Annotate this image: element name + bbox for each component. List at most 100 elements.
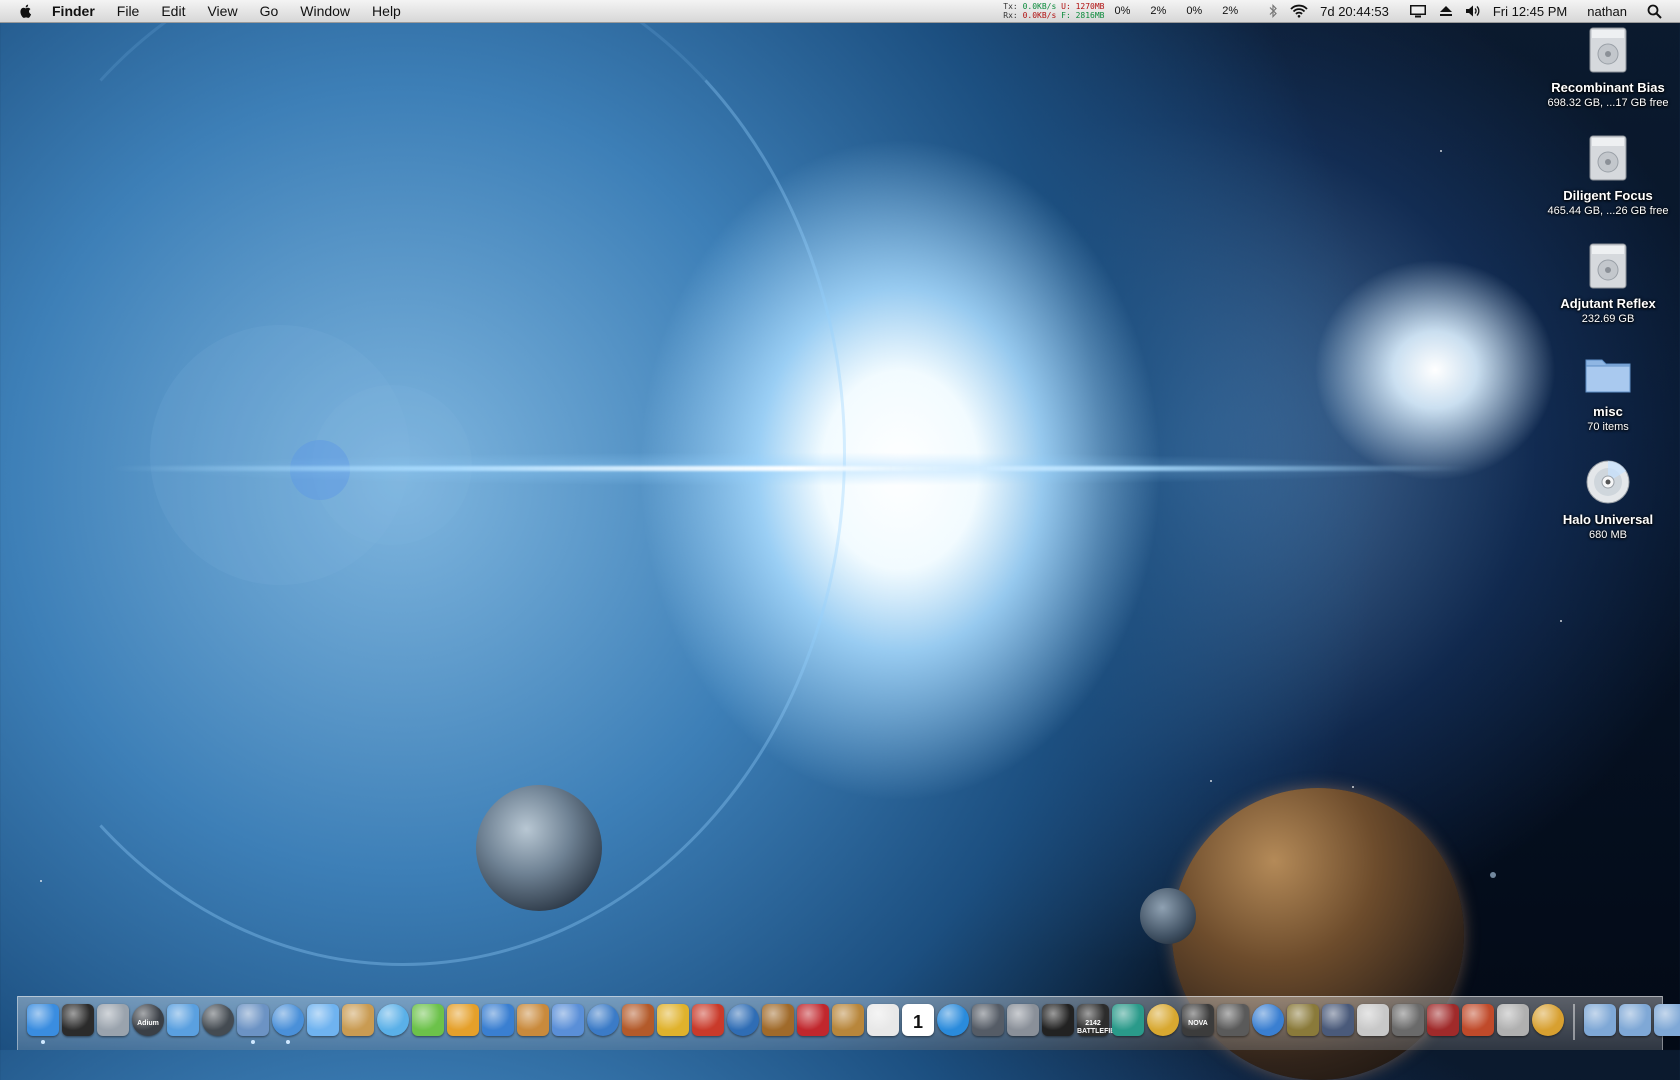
- dock-ichat-users-icon[interactable]: [167, 1004, 199, 1036]
- dock-starcraft-icon[interactable]: [1392, 1004, 1424, 1036]
- hard-drive-icon: [1584, 242, 1632, 290]
- dock-dreamweaver-icon[interactable]: [412, 1004, 444, 1036]
- desktop-icon-info: 698.32 GB, ...17 GB free: [1547, 97, 1669, 109]
- folder-icon: [1584, 350, 1632, 398]
- desktop-icon-recombinant-bias[interactable]: Recombinant Bias 698.32 GB, ...17 GB fre…: [1536, 26, 1680, 109]
- dock-iphoto-icon[interactable]: [517, 1004, 549, 1036]
- dock-adium-icon[interactable]: Adium: [132, 1004, 164, 1036]
- desktop-icon-name: Halo Universal: [1562, 512, 1654, 527]
- running-indicator: [286, 1040, 290, 1044]
- dock-fallout-icon[interactable]: [1147, 1004, 1179, 1036]
- rx-label: Rx:: [1003, 11, 1018, 20]
- volume-icon[interactable]: [1465, 4, 1481, 18]
- running-indicator: [251, 1040, 255, 1044]
- dock-smultron-icon[interactable]: [657, 1004, 689, 1036]
- dock-nova-icon[interactable]: NOVA: [1182, 1004, 1214, 1036]
- dock-system-preferences-icon[interactable]: [1007, 1004, 1039, 1036]
- menu-edit[interactable]: Edit: [161, 3, 185, 19]
- dock-address-book-icon[interactable]: [342, 1004, 374, 1036]
- uptime-text: 7d 20:44:53: [1320, 3, 1389, 19]
- desktop-icon-diligent-focus[interactable]: Diligent Focus 465.44 GB, ...26 GB free: [1536, 134, 1680, 217]
- desktop-icon-adjutant-reflex[interactable]: Adjutant Reflex 232.69 GB: [1536, 242, 1680, 325]
- dock-textedit-icon[interactable]: [867, 1004, 899, 1036]
- clock[interactable]: Fri 12:45 PM: [1493, 4, 1567, 19]
- menu-go[interactable]: Go: [260, 3, 279, 19]
- dock-ical-icon[interactable]: 1: [902, 1004, 934, 1036]
- star: [1490, 872, 1496, 878]
- dock-dashboard-icon[interactable]: [202, 1004, 234, 1036]
- dock-google-earth-icon[interactable]: [727, 1004, 759, 1036]
- dock-pickaxe-icon[interactable]: [1217, 1004, 1249, 1036]
- moon: [476, 785, 602, 911]
- dock-dvd-player-icon[interactable]: [587, 1004, 619, 1036]
- cpu-core-2: 0%: [1186, 5, 1203, 17]
- f-label: F:: [1061, 11, 1071, 20]
- dock-preview-icon[interactable]: [237, 1004, 269, 1044]
- dock-safari-icon[interactable]: [272, 1004, 304, 1044]
- dock-itunes-icon[interactable]: [377, 1004, 409, 1036]
- dock-fireworks-icon[interactable]: [447, 1004, 479, 1036]
- star: [1560, 620, 1562, 622]
- dock-world-of-warcraft-icon[interactable]: [1532, 1004, 1564, 1036]
- wifi-icon[interactable]: [1290, 4, 1308, 18]
- desktop-icon-misc[interactable]: misc 70 items: [1536, 350, 1680, 433]
- star: [1440, 150, 1442, 152]
- menu-window[interactable]: Window: [300, 3, 350, 19]
- spotlight-icon[interactable]: [1647, 4, 1662, 19]
- dock-word-icon[interactable]: [482, 1004, 514, 1036]
- desktop-icon-name: Adjutant Reflex: [1560, 296, 1656, 311]
- dock-quicktime-icon[interactable]: [937, 1004, 969, 1036]
- dock-iweb-icon[interactable]: [832, 1004, 864, 1036]
- dock-app-store-a-icon[interactable]: [1252, 1004, 1284, 1036]
- star: [40, 880, 42, 882]
- desktop-icon-halo-universal[interactable]: Halo Universal 680 MB: [1536, 458, 1680, 541]
- star: [1352, 786, 1354, 788]
- bluetooth-icon[interactable]: [1268, 4, 1278, 18]
- eject-icon[interactable]: [1439, 5, 1453, 17]
- dock-garageband-icon[interactable]: [622, 1004, 654, 1036]
- dock-finder-icon[interactable]: [27, 1004, 59, 1044]
- menu-file[interactable]: File: [117, 3, 140, 19]
- dock-imovie-icon[interactable]: [552, 1004, 584, 1036]
- dock-icon-label: NOVA: [1188, 1020, 1208, 1027]
- dock-downloads-folder-icon[interactable]: [1654, 1004, 1680, 1036]
- dock-disk-utility-icon[interactable]: [97, 1004, 129, 1036]
- dock-warcraft-emblem-icon[interactable]: [1462, 1004, 1494, 1036]
- dock-warcraft-emblem-2-icon[interactable]: [1497, 1004, 1529, 1036]
- menu-app-finder[interactable]: Finder: [52, 3, 95, 19]
- dock-movies-folder-icon[interactable]: [1584, 1004, 1616, 1036]
- dock-documents-folder-icon[interactable]: [1619, 1004, 1651, 1036]
- dock-icons: Adium 1 2142 BATTLEFIELD NOVA: [27, 1004, 1680, 1044]
- dock-separator: [1573, 1004, 1575, 1040]
- dock-map-icon[interactable]: [1357, 1004, 1389, 1036]
- dock-rosetta-icon[interactable]: [1322, 1004, 1354, 1036]
- dock-guitar-icon[interactable]: [762, 1004, 794, 1036]
- cpu-meter[interactable]: 0% 2% 0% 2%: [1115, 5, 1239, 17]
- menu-bar: Finder File Edit View Go Window Help Tx:…: [0, 0, 1680, 23]
- dock-photo-booth-icon[interactable]: [797, 1004, 829, 1036]
- rx-value: 0.0KB/s: [1022, 11, 1057, 20]
- cpu-core-0: 0%: [1114, 5, 1131, 17]
- dock-cyberduck-icon[interactable]: [1112, 1004, 1144, 1036]
- dock-battlefield-2142-icon[interactable]: 2142 BATTLEFIELD: [1077, 1004, 1124, 1036]
- u-label: U:: [1061, 2, 1071, 11]
- menu-help[interactable]: Help: [372, 3, 401, 19]
- apple-menu-icon[interactable]: [18, 3, 34, 19]
- desktop-icon-name: Diligent Focus: [1563, 188, 1653, 203]
- dock-x11-icon[interactable]: [1042, 1004, 1074, 1036]
- network-monitor[interactable]: Tx: 0.0KB/s U: 1270MB Rx: 0.0KB/s F: 281…: [1003, 2, 1104, 20]
- display-icon[interactable]: [1409, 4, 1427, 18]
- dock-game-warrior-icon[interactable]: [1287, 1004, 1319, 1036]
- dock-toast-icon[interactable]: [692, 1004, 724, 1036]
- running-indicator: [41, 1040, 45, 1044]
- dock-ichat-icon[interactable]: [307, 1004, 339, 1036]
- user-name[interactable]: nathan: [1587, 4, 1627, 19]
- dock-expose-icon[interactable]: [972, 1004, 1004, 1036]
- dock-quake-icon[interactable]: [1427, 1004, 1459, 1036]
- cpu-core-1: 2%: [1150, 5, 1167, 17]
- desktop-icon-info: 465.44 GB, ...26 GB free: [1547, 205, 1669, 217]
- dock-activity-monitor-icon[interactable]: [62, 1004, 94, 1036]
- desktop-icon-name: misc: [1593, 404, 1623, 419]
- tx-label: Tx:: [1003, 2, 1018, 11]
- menu-view[interactable]: View: [207, 3, 237, 19]
